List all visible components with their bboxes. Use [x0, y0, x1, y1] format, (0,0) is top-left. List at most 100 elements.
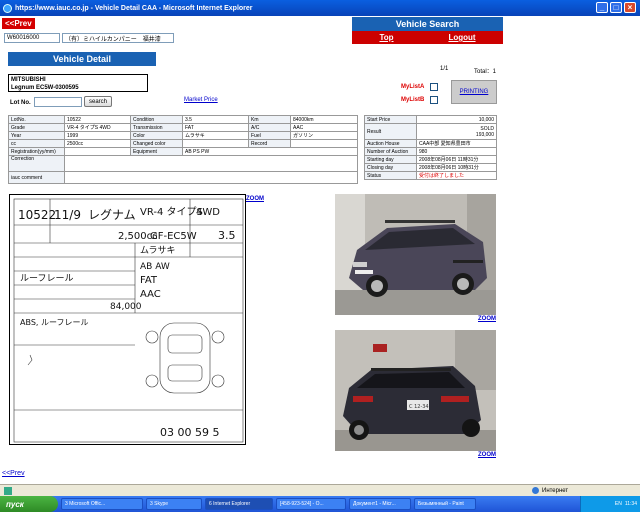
search-button[interactable]: search — [84, 96, 112, 107]
task-skype[interactable]: 3 Skype — [146, 498, 202, 510]
browser-statusbar: Интернет — [0, 484, 640, 496]
logout-link[interactable]: Logout — [448, 33, 475, 42]
market-price-link[interactable]: Market Price — [184, 97, 218, 103]
task-ie[interactable]: 6 Internet Explorer — [205, 498, 273, 510]
registration-label: Registration(yy/mm) — [8, 147, 65, 156]
done-icon — [4, 486, 12, 495]
equipment-label: Equipment — [130, 147, 183, 156]
system-tray: EN 11:34 — [580, 496, 640, 512]
transmission-label: Transmission — [130, 123, 183, 132]
ac-value: AAC — [290, 123, 358, 132]
year-label: Year — [8, 131, 65, 140]
auction-sheet-image[interactable]: 10522 11/9 レグナム VR-4 タイプS 4WD 3.5 2,500c… — [9, 194, 246, 445]
maker-name: MITSUBISHI — [11, 77, 46, 83]
changed-color-label: Changed color — [130, 139, 183, 148]
color-label: Color — [130, 131, 183, 140]
sheet-score: 3.5 — [218, 229, 236, 242]
lot-no-label: Lot No. — [10, 100, 31, 106]
comment-label: iauc comment — [8, 171, 65, 184]
auction-number-label: Number of Auction — [364, 147, 417, 156]
fuel-label: Fuel — [248, 131, 291, 140]
lang-indicator[interactable]: EN — [615, 501, 622, 507]
start-button[interactable]: пуск — [0, 496, 58, 512]
lot-label: LotNo. — [8, 115, 65, 124]
lot-value: 10522 — [64, 115, 131, 124]
mylist-b-checkbox[interactable] — [430, 96, 438, 104]
close-button[interactable]: × — [624, 2, 636, 13]
car-photo-rear[interactable]: C 12-34 — [335, 330, 496, 451]
cc-label: cc — [8, 139, 65, 148]
prev-link-bottom[interactable]: <<Prev — [2, 470, 25, 477]
mylist-b-label: MyListB — [401, 97, 425, 103]
color-value: ムラサキ — [182, 131, 249, 140]
taskbar: пуск 3 Microsoft Offic... 3 Skype 6 Inte… — [0, 496, 640, 512]
status-label: Status — [364, 171, 417, 180]
vehicle-search-bar: Vehicle Search — [352, 17, 503, 31]
mylist-a-label: MyListA — [401, 84, 425, 90]
sheet-name: レグナム — [88, 208, 136, 222]
member-id-field[interactable]: W60016000 — [4, 33, 60, 43]
ie-icon — [3, 3, 12, 13]
internet-zone-label: Интернет — [542, 487, 569, 494]
task-paint[interactable]: Безымянный - Paint — [414, 498, 476, 510]
equipment-value: AB PS PW — [182, 147, 358, 156]
window-title: https://www.iauc.co.jp - Vehicle Detail … — [15, 4, 253, 12]
correction-label: Correction — [8, 155, 65, 172]
maximize-button[interactable]: □ — [610, 2, 622, 13]
sheet-model-code: GF-EC5W — [150, 231, 197, 242]
status-value: 受付は終了しました — [416, 171, 497, 180]
nav-bar: Top Logout — [352, 31, 503, 44]
changed-color-value — [182, 139, 249, 148]
printing-link[interactable]: PRINTING — [460, 89, 489, 95]
window-titlebar: https://www.iauc.co.jp - Vehicle Detail … — [0, 0, 640, 16]
car-rear-drawing: C 12-34 — [335, 330, 496, 451]
cc-value: 2500cc — [64, 139, 131, 148]
km-label: Km — [248, 115, 291, 124]
ac-label: A/C — [248, 123, 291, 132]
front-photo-zoom-link[interactable]: ZOOM — [478, 316, 496, 322]
mylist-a-checkbox[interactable] — [430, 83, 438, 91]
fuel-value: ガソリン — [290, 131, 358, 140]
top-link[interactable]: Top — [379, 33, 393, 42]
auction-house-value: CAA中部 愛知県豊田市 — [416, 139, 497, 148]
task-remote[interactable]: [458-923-524] - O... — [276, 498, 346, 510]
auction-house-label: Auction House — [364, 139, 417, 148]
clock: 11:34 — [624, 501, 637, 507]
task-word[interactable]: Документ1 - Micr... — [349, 498, 411, 510]
starting-day-value: 2008年08月06日 11時31分 — [416, 155, 497, 164]
start-price-value: 10,000 — [416, 115, 497, 124]
rear-photo-zoom-link[interactable]: ZOOM — [478, 452, 496, 458]
registration-value — [64, 147, 131, 156]
auction-table: Start Price 10,000 Result SOLD 193,000 A… — [364, 115, 497, 180]
transmission-value: FAT — [182, 123, 249, 132]
start-label: пуск — [6, 499, 24, 509]
car-front-drawing — [335, 194, 496, 315]
condition-label: Condition — [130, 115, 183, 124]
spec-table: LotNo. 10522 Condition 3.5 Km 84000km Gr… — [8, 115, 358, 184]
task-office[interactable]: 3 Microsoft Offic... — [61, 498, 143, 510]
car-photo-front[interactable] — [335, 194, 496, 315]
company-field[interactable]: （有）ミハイルカンパニー 福井漆 — [62, 33, 174, 43]
grade-value: VR-4 タイプS 4WD — [64, 123, 131, 132]
page-content: <<Prev Vehicle Search Top Logout W600160… — [0, 16, 640, 484]
sheet-notes2: ABS, ルーフレール — [20, 318, 89, 327]
auction-number-value: 980 — [416, 147, 497, 156]
record-value — [290, 139, 358, 148]
model-name: Legnum EC5W-0300595 — [11, 85, 79, 91]
sheet-grade: VR-4 タイプS — [140, 206, 203, 218]
printing-button[interactable]: PRINTING — [451, 80, 497, 104]
total-count: Total：1 — [474, 69, 497, 75]
result-amount: 193,000 — [475, 131, 494, 138]
prev-link-top[interactable]: <<Prev — [2, 18, 35, 29]
grade-label: Grade — [8, 123, 65, 132]
vehicle-detail-title: Vehicle Detail — [8, 52, 156, 66]
sheet-color: ムラサキ — [140, 245, 176, 256]
sheet-zoom-link[interactable]: ZOOM — [246, 196, 264, 202]
lot-no-input[interactable] — [34, 97, 82, 107]
condition-value: 3.5 — [182, 115, 249, 124]
sheet-lot: 10522 — [18, 208, 56, 222]
plate-text: C 12-34 — [409, 404, 429, 410]
page-indicator: 1/1 — [440, 66, 449, 72]
sheet-notes1: ルーフレール — [20, 274, 73, 284]
minimize-button[interactable]: _ — [596, 2, 608, 13]
